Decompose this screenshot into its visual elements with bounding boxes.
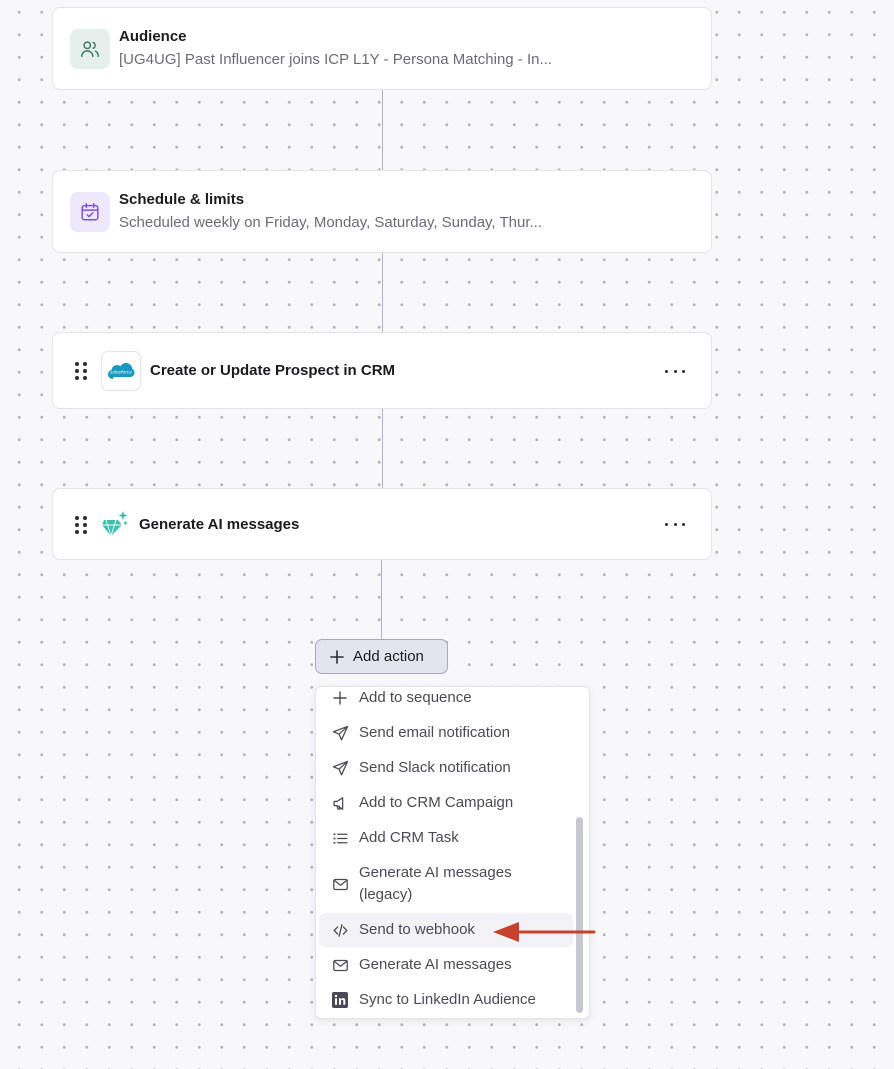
menu-item-add-crm-task[interactable]: Add CRM Task — [319, 827, 573, 849]
salesforce-logo: salesforce — [101, 351, 141, 391]
add-action-label: Add action — [353, 648, 424, 665]
menu-item-label: Send to webhook — [359, 921, 475, 938]
connector-line — [382, 408, 383, 489]
salesforce-logo-text: salesforce — [110, 370, 132, 376]
annotation-arrow-icon — [493, 922, 596, 942]
menu-item-add-to-crm-campaign[interactable]: Add to CRM Campaign — [319, 792, 573, 814]
schedule-title: Schedule & limits — [119, 191, 245, 208]
menu-item-generate-ai-messages[interactable]: Generate AI messages — [319, 954, 573, 976]
menu-item-label: Send email notification — [359, 724, 510, 741]
send-icon — [331, 722, 349, 744]
connector-line — [382, 252, 383, 333]
step-card-ai[interactable]: Generate AI messages — [52, 488, 712, 560]
send-icon — [331, 757, 349, 779]
connector-line — [381, 559, 382, 640]
plus-icon — [331, 687, 349, 709]
action-menu[interactable]: Add to sequence Send email notification … — [315, 686, 590, 1019]
audience-title: Audience — [119, 28, 187, 45]
mail-icon — [331, 954, 349, 976]
calendar-check-icon — [70, 192, 110, 232]
users-icon — [70, 29, 110, 69]
menu-item-label: Sync to LinkedIn Audience — [359, 991, 536, 1008]
menu-item-sync-to-linkedin-audience[interactable]: Sync to LinkedIn Audience — [319, 989, 573, 1011]
schedule-subtitle: Scheduled weekly on Friday, Monday, Satu… — [119, 214, 543, 231]
list-icon — [331, 827, 349, 849]
schedule-card[interactable]: Schedule & limits Scheduled weekly on Fr… — [52, 170, 712, 253]
menu-item-label: Generate AI messages (legacy) — [359, 864, 512, 903]
audience-card[interactable]: Audience [UG4UG] Past Influencer joins I… — [52, 7, 712, 90]
menu-item-label: Add to CRM Campaign — [359, 794, 514, 811]
megaphone-icon — [331, 792, 349, 814]
menu-item-label: Generate AI messages — [359, 956, 512, 973]
drag-handle-icon[interactable] — [75, 516, 89, 534]
menu-scrollbar[interactable] — [576, 817, 583, 1013]
connector-line — [382, 89, 383, 170]
menu-item-send-slack-notification[interactable]: Send Slack notification — [319, 757, 573, 779]
mail-icon — [331, 873, 349, 895]
menu-item-generate-ai-messages-legacy[interactable]: Generate AI messages (legacy) — [319, 862, 573, 906]
menu-item-send-email-notification[interactable]: Send email notification — [319, 722, 573, 744]
drag-handle-icon[interactable] — [75, 362, 89, 380]
audience-subtitle: [UG4UG] Past Influencer joins ICP L1Y - … — [119, 51, 552, 68]
add-action-button[interactable]: Add action — [315, 639, 448, 674]
menu-item-label: Add CRM Task — [359, 829, 459, 846]
menu-item-add-to-sequence[interactable]: Add to sequence — [319, 687, 573, 709]
linkedin-icon — [331, 989, 349, 1011]
ai-sparkle-icon — [101, 509, 131, 539]
step-title-crm: Create or Update Prospect in CRM — [150, 362, 396, 379]
menu-item-label: Add to sequence — [359, 689, 472, 706]
menu-item-label: Send Slack notification — [359, 759, 511, 776]
code-icon — [331, 919, 349, 941]
more-options-icon[interactable] — [665, 361, 685, 381]
plus-icon — [330, 649, 344, 664]
more-options-icon[interactable] — [665, 514, 685, 534]
step-title-ai: Generate AI messages — [139, 516, 300, 533]
step-card-crm[interactable]: salesforce Create or Update Prospect in … — [52, 332, 712, 409]
